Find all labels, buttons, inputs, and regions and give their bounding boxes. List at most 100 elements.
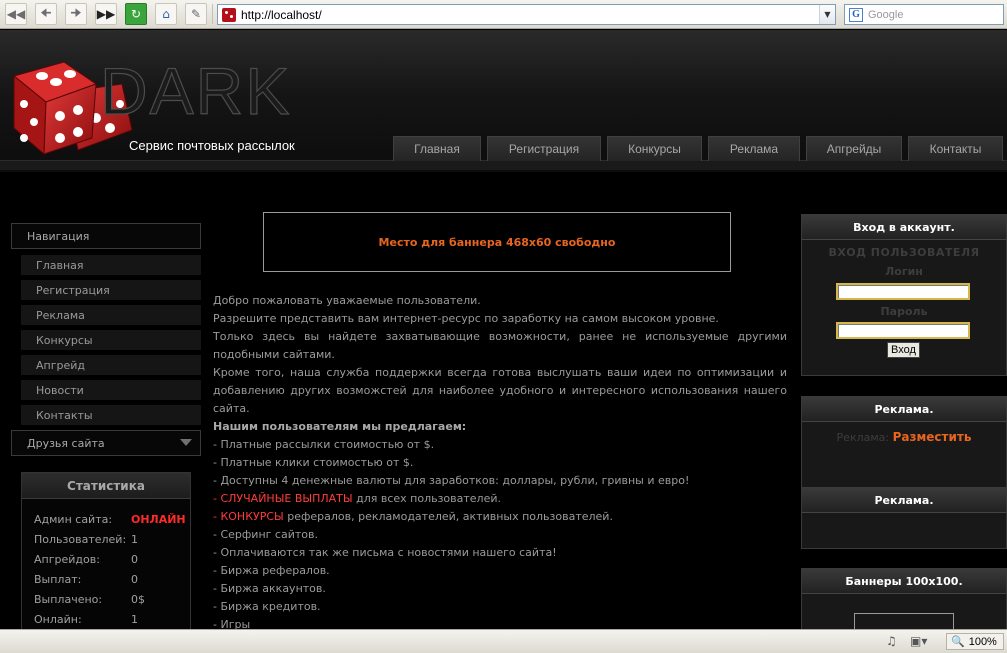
sidebar-item-registration[interactable]: Регистрация	[21, 280, 201, 300]
random-payouts-link[interactable]: СЛУЧАЙНЫЕ ВЫПЛАТЫ	[220, 492, 352, 505]
top-nav-registration[interactable]: Регистрация	[487, 136, 601, 161]
sidebar-item-contacts[interactable]: Контакты	[21, 405, 201, 425]
friends-dropdown[interactable]: Друзья сайта	[11, 430, 201, 456]
header-bar	[0, 160, 1007, 170]
offer-text: для всех пользователей.	[352, 492, 502, 505]
offer-item-contests: - КОНКУРСЫ рефералов, рекламодателей, ак…	[213, 508, 787, 526]
search-placeholder[interactable]: Google	[868, 9, 903, 21]
top-nav-contests[interactable]: Конкурсы	[607, 136, 702, 161]
favicon-icon	[222, 7, 236, 22]
top-nav-home[interactable]: Главная	[393, 136, 481, 161]
fast-forward-icon[interactable]: ▶▶	[95, 3, 117, 25]
offer-title: Нашим пользователям мы предлагаем:	[213, 420, 467, 433]
stat-value: 0	[131, 553, 138, 566]
stat-row: Выплат: 0	[34, 573, 194, 589]
stat-value: 0	[131, 573, 138, 586]
top-nav-upgrades[interactable]: Апгрейды	[806, 136, 902, 161]
intro-line: Кроме того, наша служба поддержки всегда…	[213, 366, 787, 415]
sidebar-item-ads[interactable]: Реклама	[21, 305, 201, 325]
intro-line: Только здесь вы найдете захватывающие во…	[213, 330, 787, 361]
offer-item-random-payouts: - СЛУЧАЙНЫЕ ВЫПЛАТЫ для всех пользовател…	[213, 490, 787, 508]
password-label: Пароль	[880, 305, 928, 318]
banner-text: Место для баннера 468x60 свободно	[378, 235, 616, 249]
friends-label: Друзья сайта	[27, 436, 105, 450]
offer-item: - Платные клики стоимостью от $.	[213, 456, 414, 469]
stats-panel: Статистика Админ сайта: ОНЛАЙН Пользоват…	[21, 472, 191, 629]
zoom-level: 100%	[968, 635, 997, 648]
stat-label: Админ сайта:	[34, 513, 113, 526]
banner-100-placeholder[interactable]	[854, 613, 954, 629]
address-url[interactable]: http://localhost/	[241, 8, 819, 22]
intro-line: Разрешите представить вам интернет-ресур…	[213, 312, 719, 325]
login-input[interactable]	[836, 283, 970, 300]
ad-panel-2-title: Реклама.	[802, 488, 1006, 513]
chevron-down-icon[interactable]	[180, 439, 192, 446]
top-nav-ads[interactable]: Реклама	[708, 136, 800, 161]
login-panel-title: Вход в аккаунт.	[802, 215, 1006, 240]
back-arrow-icon[interactable]: 🠈	[35, 3, 57, 25]
zoom-icon: 🔍	[951, 636, 965, 648]
sidebar-item-home[interactable]: Главная	[21, 255, 201, 275]
top-navigation: Главная Регистрация Конкурсы Реклама Апг…	[393, 136, 1003, 161]
site-slogan: Сервис почтовых рассылок	[129, 138, 295, 153]
sidebar-nav-title: Навигация	[11, 223, 201, 249]
offer-item: - Доступны 4 денежные валюты для заработ…	[213, 474, 690, 487]
stat-label: Выплат:	[34, 573, 82, 586]
top-nav-contacts[interactable]: Контакты	[908, 136, 1003, 161]
offer-item: - Игры	[213, 618, 251, 629]
stat-label: Апгрейдов:	[34, 553, 100, 566]
stats-title: Статистика	[22, 473, 190, 499]
banner-placeholder[interactable]: Место для баннера 468x60 свободно	[263, 212, 731, 272]
stat-value: 1	[131, 613, 138, 626]
ad-line: Реклама: Разместить	[802, 430, 1006, 444]
camera-icon[interactable]: ▣▾	[910, 634, 927, 648]
login-button[interactable]: Вход	[887, 342, 920, 358]
site-logo-text: DARK	[99, 54, 292, 128]
banners-panel-title: Баннеры 100x100.	[802, 569, 1006, 594]
offer-item: - Биржа кредитов.	[213, 600, 321, 613]
stat-label: Выплачено:	[34, 593, 103, 606]
offer-item: - Биржа рефералов.	[213, 564, 330, 577]
stat-label: Онлайн:	[34, 613, 82, 626]
stat-row: Админ сайта: ОНЛАЙН	[34, 513, 194, 529]
back-icon[interactable]: ◀◀	[5, 3, 27, 25]
sidebar-item-news[interactable]: Новости	[21, 380, 201, 400]
contests-link[interactable]: КОНКУРСЫ	[220, 510, 283, 523]
ad-label: Реклама:	[836, 431, 890, 444]
browser-status-bar: ♫ ▣▾ 🔍 100%	[0, 629, 1007, 653]
browser-toolbar: ◀◀ 🠈 🠊 ▶▶ ↻ ⌂ ✎ http://localhost/ ▼ G Go…	[0, 0, 1007, 29]
offer-item: - Биржа аккаунтов.	[213, 582, 326, 595]
speaker-icon[interactable]: ♫	[886, 634, 897, 648]
offer-item: - Серфинг сайтов.	[213, 528, 318, 541]
edit-icon[interactable]: ✎	[185, 3, 207, 25]
sidebar-item-upgrade[interactable]: Апгрейд	[21, 355, 201, 375]
login-subtitle: ВХОД ПОЛЬЗОВАТЕЛЯ	[828, 246, 980, 259]
refresh-icon[interactable]: ↻	[125, 3, 147, 25]
ad-place-link[interactable]: Разместить	[893, 430, 972, 444]
web-page: DARK Сервис почтовых рассылок Главная Ре…	[0, 30, 1007, 629]
toolbar-separator	[212, 4, 213, 24]
intro-line: Добро пожаловать уважаемые пользователи.	[213, 294, 481, 307]
sidebar-item-contests[interactable]: Конкурсы	[21, 330, 201, 350]
search-google-icon: G	[849, 7, 863, 22]
stat-value: 1	[131, 533, 138, 546]
chevron-down-icon[interactable]: ▼	[819, 5, 835, 24]
ad-panel: Реклама. Реклама: Разместить	[801, 396, 1007, 496]
zoom-control[interactable]: 🔍 100%	[946, 633, 1004, 650]
password-input[interactable]	[836, 322, 970, 339]
stat-row: Выплачено: 0$	[34, 593, 194, 609]
login-panel: Вход в аккаунт. ВХОД ПОЛЬЗОВАТЕЛЯ Логин …	[801, 214, 1007, 376]
stat-value-admin-online: ОНЛАЙН	[131, 513, 186, 526]
banners-panel: Баннеры 100x100.	[801, 568, 1007, 629]
stat-value: 0$	[131, 593, 145, 606]
offer-item: - Платные рассылки стоимостью от $.	[213, 438, 435, 451]
offer-text: рефералов, рекламодателей, активных поль…	[283, 510, 613, 523]
ad-panel-title: Реклама.	[802, 397, 1006, 422]
stat-row: Онлайн: 1	[34, 613, 194, 629]
forward-icon[interactable]: 🠊	[65, 3, 87, 25]
main-content: Добро пожаловать уважаемые пользователи.…	[213, 292, 787, 629]
home-icon[interactable]: ⌂	[155, 3, 177, 25]
ad-panel-2: Реклама.	[801, 487, 1007, 549]
address-bar[interactable]: http://localhost/ ▼	[217, 4, 836, 25]
search-box[interactable]: G Google	[844, 4, 1004, 25]
